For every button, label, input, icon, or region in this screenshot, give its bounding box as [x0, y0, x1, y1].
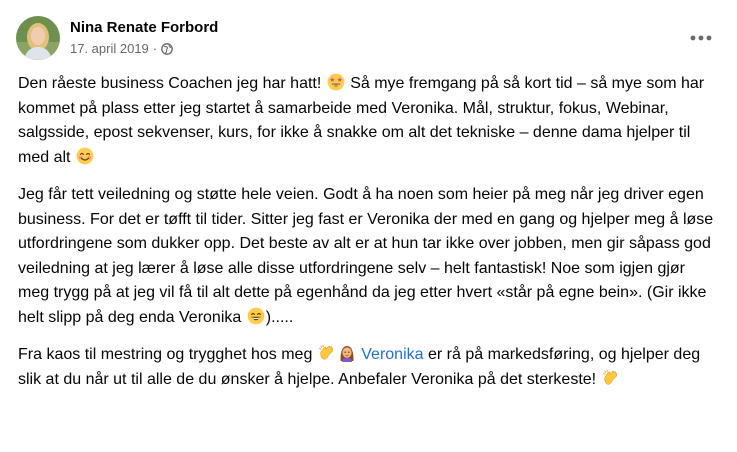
clapping-hands-emoji-icon [602, 369, 620, 387]
author-avatar[interactable] [16, 16, 60, 60]
more-horizontal-icon [690, 28, 712, 46]
clapping-hands-emoji-icon [318, 344, 336, 362]
post-subline: 17. april 2019 · [70, 40, 218, 58]
post-paragraph-2: Jeg får tett veiledning og støtte hele v… [18, 183, 718, 330]
post-meta: Nina Renate Forbord 17. april 2019 · [70, 18, 218, 58]
mention-veronika-link[interactable]: Veronika [361, 346, 423, 363]
grinning-smiling-eyes-emoji-icon [247, 307, 265, 325]
paragraph-2-text-b: )..... [265, 308, 294, 326]
post-paragraph-3: Fra kaos til mestring og trygghet hos me… [18, 343, 718, 392]
post-content: Den råeste business Coachen jeg har hatt… [18, 72, 718, 405]
paragraph-3-text-a: Fra kaos til mestring og trygghet hos me… [18, 346, 313, 363]
author-name[interactable]: Nina Renate Forbord [70, 18, 218, 38]
woman-emoji-icon [338, 344, 356, 362]
more-options-button[interactable] [683, 22, 719, 52]
meta-separator: · [152, 41, 158, 56]
paragraph-2-text-a: Jeg får tett veiledning og støtte hele v… [18, 186, 714, 326]
post-date[interactable]: 17. april 2019 [70, 40, 149, 58]
paragraph-1-text-a: Den råeste business Coachen jeg har hatt… [18, 75, 322, 92]
post-header: Nina Renate Forbord 17. april 2019 · [16, 12, 721, 64]
globe-icon[interactable] [161, 43, 173, 55]
smiling-face-emoji-icon [76, 147, 94, 165]
post-paragraph-1: Den råeste business Coachen jeg har hatt… [18, 72, 718, 170]
star-struck-emoji-icon [327, 73, 345, 91]
facebook-post: Nina Renate Forbord 17. april 2019 · Den… [0, 0, 737, 452]
